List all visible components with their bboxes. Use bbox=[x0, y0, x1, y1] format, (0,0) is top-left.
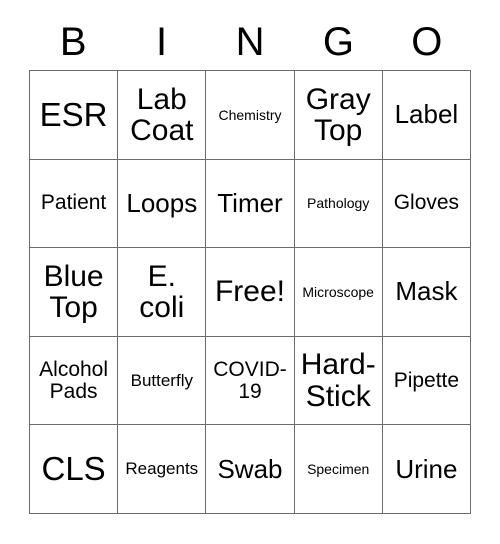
bingo-cell-label: Gray Top bbox=[305, 82, 371, 147]
bingo-cell-label: Gloves bbox=[393, 191, 460, 215]
bingo-cell-label: Pathology bbox=[307, 195, 370, 212]
bingo-cell-label: Loops bbox=[126, 187, 198, 218]
header-letter-i: I bbox=[156, 20, 168, 64]
bingo-cell-label: Butterfly bbox=[130, 370, 193, 390]
header-letter-o: O bbox=[411, 20, 443, 64]
bingo-cell-i3[interactable]: E. coli bbox=[118, 248, 207, 337]
bingo-cell-label: Pipette bbox=[393, 368, 460, 392]
bingo-cell-label: Swab bbox=[217, 453, 283, 484]
bingo-cell-label: ESR bbox=[39, 95, 108, 133]
bingo-cell-label: Urine bbox=[395, 453, 458, 484]
bingo-cell-label: COVID-19 bbox=[213, 357, 287, 403]
bingo-header: B I N G O bbox=[29, 14, 471, 70]
bingo-cell-o2[interactable]: Gloves bbox=[382, 159, 471, 249]
bingo-cell-n4[interactable]: COVID-19 bbox=[206, 336, 295, 426]
bingo-cell-label: Chemistry bbox=[218, 106, 282, 123]
bingo-cell-b5[interactable]: CLS bbox=[30, 425, 119, 514]
header-letter-b: B bbox=[59, 20, 87, 64]
bingo-grid: ESR Lab Coat Chemistry Gray Top Label Pa… bbox=[29, 70, 471, 514]
bingo-cell-i1[interactable]: Lab Coat bbox=[118, 71, 207, 160]
bingo-cell-b2[interactable]: Patient bbox=[30, 159, 119, 249]
bingo-cell-o5[interactable]: Urine bbox=[382, 425, 471, 514]
bingo-cell-b4[interactable]: Alcohol Pads bbox=[30, 336, 119, 426]
bingo-cell-free-space[interactable]: Free! bbox=[206, 248, 295, 337]
bingo-cell-o1[interactable]: Label bbox=[382, 71, 471, 160]
header-letter-n: N bbox=[235, 20, 265, 64]
bingo-cell-g4[interactable]: Hard-Stick bbox=[294, 336, 383, 426]
bingo-cell-label: Patient bbox=[40, 191, 107, 215]
bingo-cell-label: CLS bbox=[41, 450, 106, 488]
bingo-cell-label: Label bbox=[394, 99, 459, 130]
bingo-cell-b1[interactable]: ESR bbox=[30, 71, 119, 160]
bingo-cell-i4[interactable]: Butterfly bbox=[118, 336, 207, 426]
bingo-cell-i5[interactable]: Reagents bbox=[118, 425, 207, 514]
bingo-cell-o4[interactable]: Pipette bbox=[382, 336, 471, 426]
bingo-cell-g1[interactable]: Gray Top bbox=[294, 71, 383, 160]
bingo-cell-label: Hard-Stick bbox=[300, 348, 376, 413]
bingo-cell-label: Reagents bbox=[125, 459, 199, 479]
header-letter-g: G bbox=[322, 20, 354, 64]
free-space-label: Free! bbox=[214, 275, 285, 309]
bingo-cell-g2[interactable]: Pathology bbox=[294, 159, 383, 249]
bingo-cell-o3[interactable]: Mask bbox=[382, 248, 471, 337]
bingo-cell-label: Microscope bbox=[302, 283, 374, 300]
bingo-cell-b3[interactable]: Blue Top bbox=[30, 248, 119, 337]
bingo-cell-label: Alcohol Pads bbox=[39, 357, 109, 403]
bingo-cell-label: Mask bbox=[395, 276, 458, 307]
bingo-cell-n2[interactable]: Timer bbox=[206, 159, 295, 249]
bingo-cell-n1[interactable]: Chemistry bbox=[206, 71, 295, 160]
bingo-cell-i2[interactable]: Loops bbox=[118, 159, 207, 249]
bingo-cell-label: Timer bbox=[217, 187, 283, 218]
bingo-card: B I N G O ESR Lab Coat Chemistry Gray To… bbox=[0, 0, 500, 544]
bingo-cell-n5[interactable]: Swab bbox=[206, 425, 295, 514]
bingo-cell-g3[interactable]: Microscope bbox=[294, 248, 383, 337]
bingo-cell-g5[interactable]: Specimen bbox=[294, 425, 383, 514]
bingo-cell-label: E. coli bbox=[139, 259, 185, 324]
bingo-cell-label: Blue Top bbox=[43, 259, 104, 324]
bingo-cell-label: Specimen bbox=[307, 460, 370, 477]
bingo-cell-label: Lab Coat bbox=[130, 82, 194, 147]
